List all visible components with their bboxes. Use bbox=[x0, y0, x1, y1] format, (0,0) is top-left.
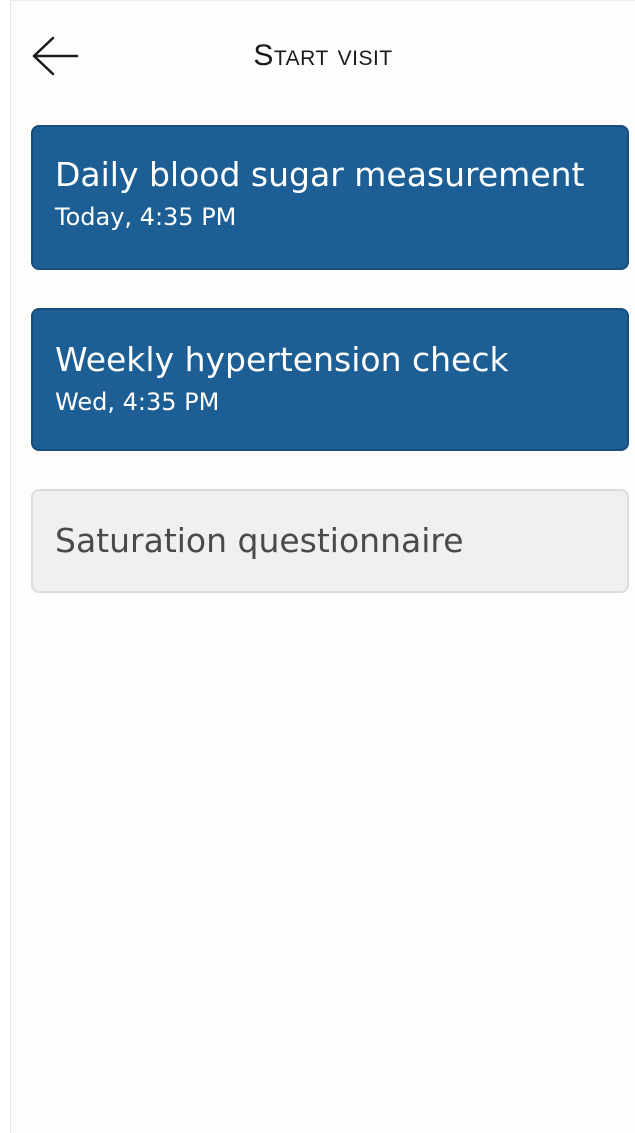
visit-card-daily-blood-sugar[interactable]: Daily blood sugar measurement Today, 4:3… bbox=[31, 125, 629, 270]
start-visit-screen: Start visit Daily blood sugar measuremen… bbox=[10, 0, 635, 1133]
visit-card-weekly-hypertension[interactable]: Weekly hypertension check Wed, 4:35 PM bbox=[31, 308, 629, 451]
visit-name: Weekly hypertension check bbox=[55, 340, 509, 379]
page-title: Start visit bbox=[253, 39, 393, 72]
visit-name: Saturation questionnaire bbox=[55, 521, 464, 560]
header: Start visit bbox=[11, 1, 635, 101]
visit-name: Daily blood sugar measurement bbox=[55, 155, 585, 194]
visit-card-saturation-questionnaire[interactable]: Saturation questionnaire bbox=[31, 489, 629, 593]
visit-list: Daily blood sugar measurement Today, 4:3… bbox=[31, 125, 629, 593]
visit-time: Wed, 4:35 PM bbox=[55, 388, 220, 416]
visit-time: Today, 4:35 PM bbox=[55, 203, 237, 231]
